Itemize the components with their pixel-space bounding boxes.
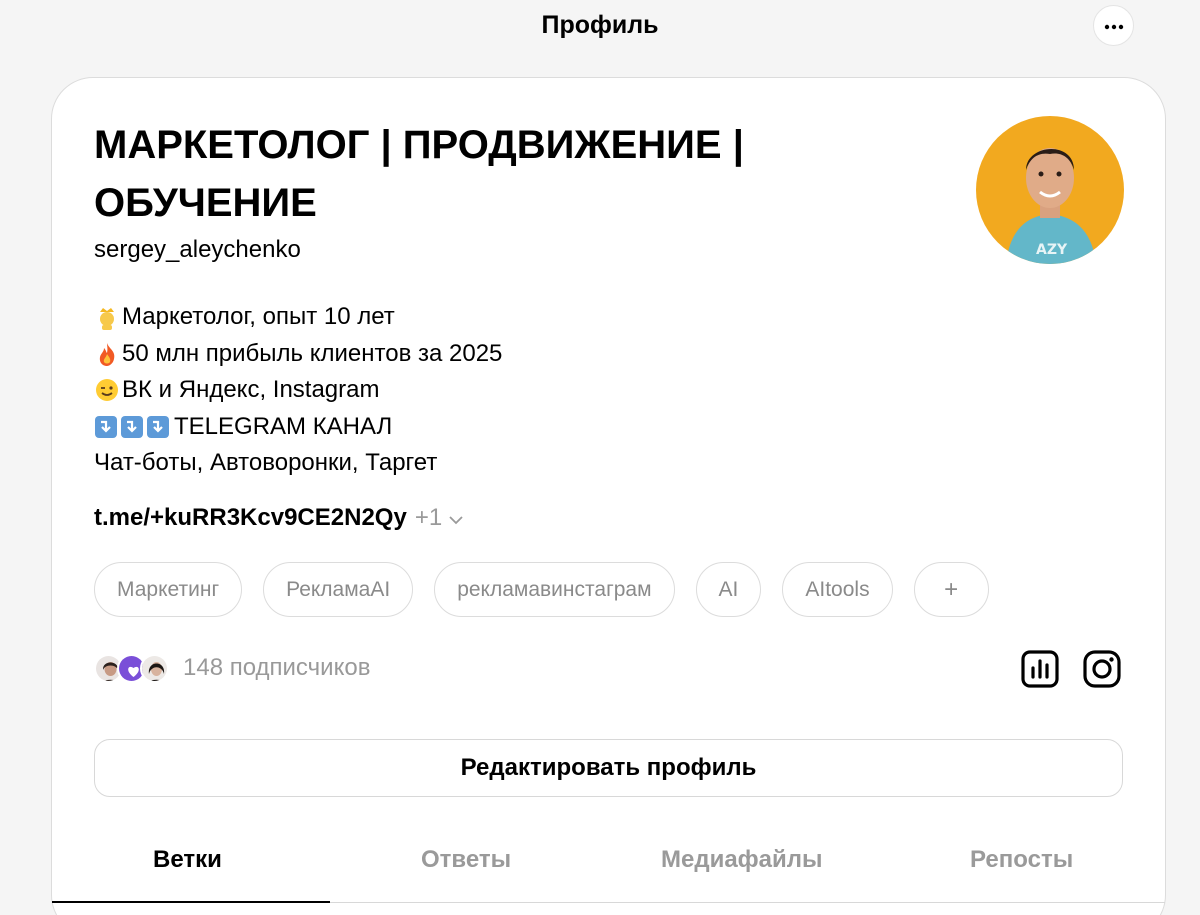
profile-name: МАРКЕТОЛОГ | ПРОДВИЖЕНИЕ | ОБУЧЕНИЕ	[94, 123, 744, 225]
bio-line: Чат-боты, Автоворонки, Таргет	[94, 449, 438, 477]
bar-chart-icon	[1020, 650, 1060, 693]
profile-link[interactable]: t.me/+kuRR3Kcv9CE2N2Qy	[94, 504, 407, 532]
bio-line: Маркетолог, опыт 10 лет	[94, 299, 502, 336]
wink-emoji-icon	[94, 377, 120, 403]
profile-avatar[interactable]: AZY	[976, 116, 1124, 264]
bio-line: ВК и Яндекс, Instagram	[94, 372, 502, 409]
followers-row[interactable]: 148 подписчиков	[94, 651, 370, 685]
follower-avatar	[140, 653, 169, 683]
crown-person-emoji-icon	[94, 304, 120, 331]
profile-link-row: t.me/+kuRR3Kcv9CE2N2Qy +1	[94, 504, 464, 532]
profile-tabs: Ветки Ответы Медиафайлы Репосты	[52, 830, 1165, 903]
tab-media[interactable]: Медиафайлы	[661, 846, 823, 874]
followers-count: 148 подписчиков	[183, 654, 371, 681]
fire-emoji-icon	[94, 341, 120, 367]
tab-reposts[interactable]: Репосты	[970, 846, 1073, 874]
tag-chip[interactable]: РекламаAI	[263, 562, 414, 617]
more-options-button[interactable]	[1093, 5, 1134, 46]
edit-profile-button[interactable]: Редактировать профиль	[94, 739, 1123, 797]
profile-tags: Маркетинг РекламаAI рекламавинстаграм AI…	[94, 562, 1010, 617]
top-bar: Профиль	[0, 0, 1200, 52]
tab-threads[interactable]: Ветки	[153, 846, 222, 874]
bio-line: TELEGRAM КАНАЛ	[94, 409, 502, 446]
tab-replies[interactable]: Ответы	[421, 846, 511, 874]
more-links-toggle[interactable]: +1	[415, 504, 464, 532]
tag-chip[interactable]: Маркетинг	[94, 562, 243, 617]
chevron-down-icon	[442, 504, 464, 532]
tag-chip[interactable]: рекламавинстаграм	[434, 562, 675, 617]
arrow-down-emoji-icon	[94, 415, 172, 439]
ellipsis-icon	[1104, 17, 1124, 35]
add-tag-button[interactable]: +	[913, 562, 989, 617]
svg-text:AZY: AZY	[1036, 242, 1068, 258]
instagram-button[interactable]	[1082, 649, 1122, 689]
bio-line: 50 млн прибыль клиентов за 2025	[94, 336, 502, 373]
tag-chip[interactable]: AI	[695, 562, 762, 617]
profile-username: sergey_aleychenko	[94, 236, 301, 263]
tag-chip[interactable]: AItools	[782, 562, 893, 617]
active-tab-indicator	[52, 901, 330, 903]
insights-button[interactable]	[1020, 649, 1060, 689]
profile-bio: Маркетолог, опыт 10 лет 50 млн прибыль к…	[94, 299, 502, 482]
profile-card: МАРКЕТОЛОГ | ПРОДВИЖЕНИЕ | ОБУЧЕНИЕ serg…	[51, 77, 1166, 915]
instagram-icon	[1082, 650, 1122, 693]
page-title: Профиль	[541, 11, 659, 39]
